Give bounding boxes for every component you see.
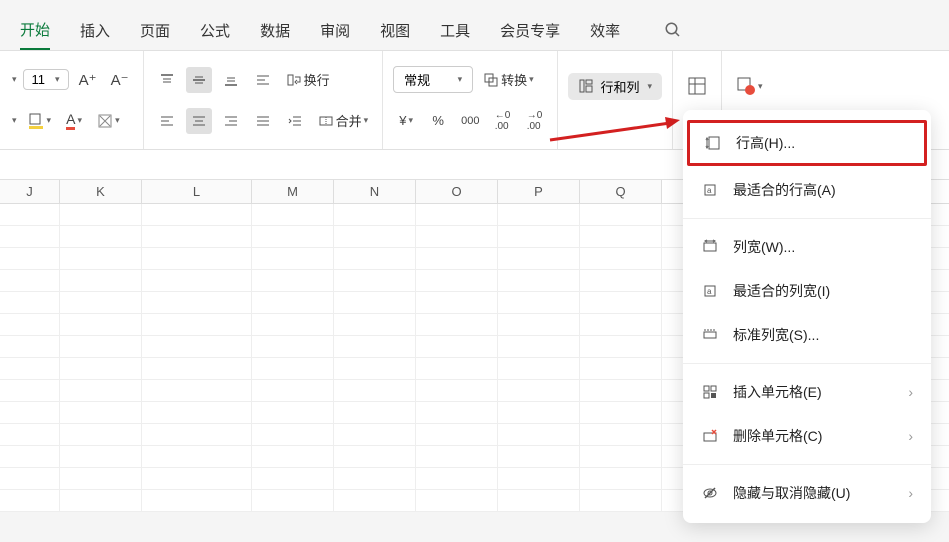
- increase-decimal-icon[interactable]: ←0.00: [489, 108, 515, 134]
- main-tabs: 开始 插入 页面 公式 数据 审阅 视图 工具 会员专享 效率: [0, 10, 949, 50]
- svg-text:a: a: [707, 287, 712, 296]
- chevron-right-icon: ›: [908, 384, 913, 400]
- tab-review[interactable]: 审阅: [320, 12, 350, 49]
- row-height-icon: [704, 134, 722, 152]
- tab-insert[interactable]: 插入: [80, 12, 110, 49]
- col-header[interactable]: K: [60, 180, 142, 203]
- rows-cols-button[interactable]: 行和列▾: [568, 73, 662, 100]
- font-dropdown-icon[interactable]: ▾: [12, 74, 17, 85]
- align-top-icon[interactable]: [154, 67, 180, 93]
- menu-row-height[interactable]: 行高(H)...: [687, 120, 927, 166]
- align-right-icon[interactable]: [218, 108, 244, 134]
- increase-font-icon[interactable]: A⁺: [75, 67, 101, 93]
- chevron-right-icon: ›: [908, 428, 913, 444]
- tab-efficiency[interactable]: 效率: [590, 12, 620, 49]
- border-dropdown-icon[interactable]: ▾: [12, 115, 17, 126]
- wrap-text-button[interactable]: 换行: [282, 67, 334, 93]
- clear-format-icon[interactable]: ▾: [93, 108, 124, 134]
- tab-start[interactable]: 开始: [20, 11, 50, 50]
- tab-view[interactable]: 视图: [380, 12, 410, 49]
- delete-cells-icon: [701, 427, 719, 445]
- col-header[interactable]: N: [334, 180, 416, 203]
- chevron-right-icon: ›: [908, 485, 913, 501]
- comma-icon[interactable]: 000: [457, 108, 483, 134]
- col-header[interactable]: Q: [580, 180, 662, 203]
- align-bottom-icon[interactable]: [218, 67, 244, 93]
- orientation-icon[interactable]: [250, 67, 276, 93]
- align-center-icon[interactable]: [186, 108, 212, 134]
- tab-formula[interactable]: 公式: [200, 12, 230, 49]
- rows-cols-dropdown: 行高(H)... a 最适合的行高(A) 列宽(W)... a 最适合的列宽(I…: [683, 110, 931, 523]
- menu-label: 插入单元格(E): [733, 382, 894, 402]
- menu-best-row-height[interactable]: a 最适合的行高(A): [683, 168, 931, 212]
- align-left-icon[interactable]: [154, 108, 180, 134]
- menu-label: 标准列宽(S)...: [733, 325, 913, 345]
- menu-col-width[interactable]: 列宽(W)...: [683, 225, 931, 269]
- number-format-select[interactable]: 常规▾: [393, 66, 473, 93]
- col-header[interactable]: J: [0, 180, 60, 203]
- worksheet-icon[interactable]: [683, 73, 711, 99]
- menu-insert-cells[interactable]: 插入单元格(E) ›: [683, 370, 931, 414]
- menu-label: 行高(H)...: [736, 133, 910, 153]
- percent-icon[interactable]: %: [425, 108, 451, 134]
- best-col-width-icon: a: [701, 282, 719, 300]
- convert-button[interactable]: 转换▾: [479, 67, 538, 93]
- best-row-height-icon: a: [701, 181, 719, 199]
- font-size-input[interactable]: 11▾: [23, 69, 69, 90]
- tab-tools[interactable]: 工具: [440, 12, 470, 49]
- menu-label: 隐藏与取消隐藏(U): [733, 483, 894, 503]
- decrease-decimal-icon[interactable]: →0.00: [521, 108, 547, 134]
- col-header[interactable]: O: [416, 180, 498, 203]
- align-middle-icon[interactable]: [186, 67, 212, 93]
- col-header[interactable]: M: [252, 180, 334, 203]
- decrease-font-icon[interactable]: A⁻: [107, 67, 133, 93]
- tab-member[interactable]: 会员专享: [500, 12, 560, 49]
- menu-label: 最适合的行高(A): [733, 180, 913, 200]
- menu-label: 删除单元格(C): [733, 426, 894, 446]
- fill-color-icon[interactable]: ▾: [23, 108, 56, 134]
- tab-data[interactable]: 数据: [260, 12, 290, 49]
- justify-icon[interactable]: [250, 108, 276, 134]
- hide-icon: [701, 484, 719, 502]
- merge-cells-button[interactable]: 合并▾: [314, 108, 373, 134]
- col-width-icon: [701, 238, 719, 256]
- std-col-width-icon: [701, 326, 719, 344]
- menu-label: 列宽(W)...: [733, 237, 913, 257]
- col-header[interactable]: L: [142, 180, 252, 203]
- menu-delete-cells[interactable]: 删除单元格(C) ›: [683, 414, 931, 458]
- font-color-icon[interactable]: A▾: [61, 108, 87, 134]
- menu-label: 最适合的列宽(I): [733, 281, 913, 301]
- col-header[interactable]: P: [498, 180, 580, 203]
- menu-hide-unhide[interactable]: 隐藏与取消隐藏(U) ›: [683, 471, 931, 515]
- menu-std-col-width[interactable]: 标准列宽(S)...: [683, 313, 931, 357]
- menu-best-col-width[interactable]: a 最适合的列宽(I): [683, 269, 931, 313]
- conditional-format-icon[interactable]: ▾: [732, 73, 767, 99]
- svg-text:a: a: [707, 186, 712, 195]
- insert-cells-icon: [701, 383, 719, 401]
- tab-page[interactable]: 页面: [140, 12, 170, 49]
- currency-icon[interactable]: ¥ ▾: [393, 108, 419, 134]
- search-icon[interactable]: [660, 17, 686, 43]
- indent-icon[interactable]: [282, 108, 308, 134]
